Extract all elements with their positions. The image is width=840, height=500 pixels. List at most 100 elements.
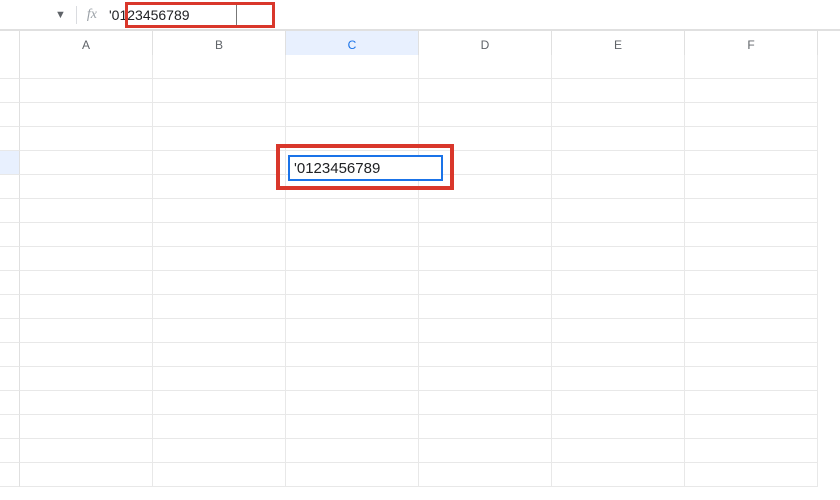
name-box[interactable]: ▼	[55, 9, 66, 21]
row-header[interactable]	[0, 343, 20, 367]
cell[interactable]	[552, 391, 685, 415]
cell[interactable]	[419, 247, 552, 271]
cell[interactable]	[20, 175, 153, 199]
cell[interactable]	[552, 439, 685, 463]
cell[interactable]	[153, 367, 286, 391]
cell[interactable]	[153, 55, 286, 79]
cell[interactable]	[419, 415, 552, 439]
row-header[interactable]	[0, 391, 20, 415]
cell[interactable]	[20, 295, 153, 319]
cell[interactable]	[685, 55, 818, 79]
row-header[interactable]	[0, 247, 20, 271]
cell[interactable]	[20, 55, 153, 79]
cell[interactable]	[685, 223, 818, 247]
cell[interactable]	[20, 439, 153, 463]
cell[interactable]	[153, 151, 286, 175]
cell[interactable]	[20, 463, 153, 487]
cell[interactable]	[286, 319, 419, 343]
cell[interactable]	[20, 415, 153, 439]
cell[interactable]	[685, 103, 818, 127]
cell[interactable]	[286, 223, 419, 247]
cell[interactable]	[552, 247, 685, 271]
row-header[interactable]	[0, 127, 20, 151]
cell[interactable]	[286, 271, 419, 295]
cell[interactable]	[419, 103, 552, 127]
cell[interactable]	[419, 223, 552, 247]
cell[interactable]	[286, 103, 419, 127]
row-header[interactable]	[0, 271, 20, 295]
cell[interactable]	[552, 127, 685, 151]
cell[interactable]	[419, 295, 552, 319]
cell[interactable]	[20, 247, 153, 271]
cell[interactable]	[153, 295, 286, 319]
cell[interactable]	[20, 319, 153, 343]
cell[interactable]	[685, 271, 818, 295]
cell[interactable]	[20, 343, 153, 367]
cell[interactable]	[153, 175, 286, 199]
cell[interactable]	[552, 319, 685, 343]
cell[interactable]	[153, 223, 286, 247]
spreadsheet-grid[interactable]: ABCDEF	[0, 30, 840, 487]
cell[interactable]	[153, 271, 286, 295]
cell[interactable]	[419, 199, 552, 223]
row-header[interactable]	[0, 295, 20, 319]
cell[interactable]	[419, 391, 552, 415]
cell[interactable]	[153, 199, 286, 223]
row-header[interactable]	[0, 199, 20, 223]
cell[interactable]	[153, 391, 286, 415]
cell[interactable]	[20, 151, 153, 175]
cell[interactable]	[685, 199, 818, 223]
cell[interactable]	[552, 271, 685, 295]
cell[interactable]	[685, 415, 818, 439]
cell[interactable]	[419, 127, 552, 151]
cell[interactable]	[685, 151, 818, 175]
cell[interactable]	[419, 343, 552, 367]
cell[interactable]	[685, 343, 818, 367]
cell[interactable]	[419, 271, 552, 295]
cell[interactable]	[286, 199, 419, 223]
cell[interactable]	[286, 439, 419, 463]
row-header[interactable]	[0, 439, 20, 463]
cell[interactable]	[685, 295, 818, 319]
cell[interactable]	[552, 79, 685, 103]
cell[interactable]	[419, 55, 552, 79]
cell[interactable]	[552, 175, 685, 199]
cell[interactable]	[286, 343, 419, 367]
cell[interactable]	[552, 367, 685, 391]
cell[interactable]	[419, 319, 552, 343]
cell[interactable]	[153, 247, 286, 271]
row-header[interactable]	[0, 463, 20, 487]
row-header[interactable]	[0, 367, 20, 391]
cell[interactable]	[286, 55, 419, 79]
cell[interactable]	[552, 415, 685, 439]
cell[interactable]	[552, 103, 685, 127]
cell[interactable]	[286, 127, 419, 151]
cell[interactable]	[20, 103, 153, 127]
row-header[interactable]	[0, 223, 20, 247]
row-header[interactable]	[0, 55, 20, 79]
cell[interactable]	[20, 391, 153, 415]
row-header[interactable]	[0, 151, 20, 175]
cell[interactable]	[685, 439, 818, 463]
cell[interactable]	[419, 463, 552, 487]
cell[interactable]	[685, 319, 818, 343]
cell[interactable]	[419, 439, 552, 463]
cell[interactable]	[552, 463, 685, 487]
cell[interactable]	[153, 343, 286, 367]
row-header[interactable]	[0, 319, 20, 343]
cell[interactable]	[20, 223, 153, 247]
cell[interactable]	[153, 463, 286, 487]
row-header[interactable]	[0, 79, 20, 103]
cell[interactable]	[685, 127, 818, 151]
cell[interactable]	[286, 415, 419, 439]
cell[interactable]	[286, 367, 419, 391]
cell[interactable]	[153, 127, 286, 151]
cell[interactable]	[685, 79, 818, 103]
cell[interactable]	[552, 151, 685, 175]
cell[interactable]	[153, 415, 286, 439]
cell[interactable]	[685, 391, 818, 415]
row-header[interactable]	[0, 175, 20, 199]
cell[interactable]	[20, 127, 153, 151]
cell[interactable]	[20, 271, 153, 295]
cell[interactable]	[552, 343, 685, 367]
